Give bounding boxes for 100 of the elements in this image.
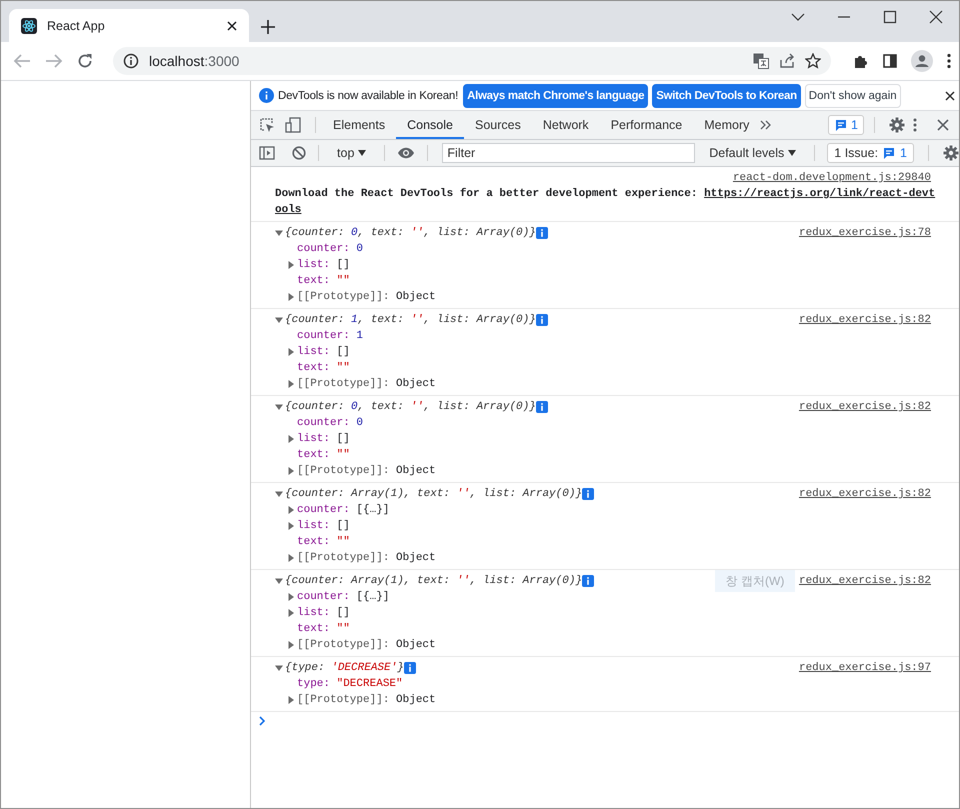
property-value: Object — [396, 377, 436, 392]
expand-triangle-icon[interactable] — [287, 348, 295, 356]
device-icon[interactable] — [285, 117, 301, 133]
expand-triangle-icon[interactable] — [287, 522, 295, 530]
caret-icon — [788, 150, 796, 156]
expand-triangle-icon[interactable] — [287, 261, 295, 269]
expand-triangle-icon[interactable] — [287, 380, 295, 388]
property-key: counter: — [297, 328, 350, 344]
property-key: list: — [297, 431, 330, 447]
settings-icon[interactable] — [943, 145, 959, 161]
info-icon[interactable] — [123, 53, 139, 69]
collapse-triangle-icon[interactable] — [275, 490, 283, 498]
property-value: "" — [336, 274, 350, 289]
reload-icon[interactable] — [77, 53, 93, 69]
context-dropdown[interactable]: top — [331, 143, 372, 163]
object-summary[interactable]: {counter: 1, text: '', list: Array(0)} — [285, 312, 536, 328]
maximize-icon[interactable] — [883, 10, 897, 24]
primary-button[interactable]: Always match Chrome's language — [463, 84, 648, 108]
sidebar-icon[interactable] — [259, 146, 275, 160]
object-summary[interactable]: {counter: 0, text: '', list: Array(0)} — [285, 225, 536, 241]
message-icon — [882, 146, 896, 160]
message-icon — [834, 118, 848, 132]
atom-icon — [21, 18, 37, 34]
eye-icon[interactable] — [397, 147, 416, 159]
source-link[interactable]: redux_exercise.js:82 — [798, 399, 931, 415]
inspect-icon[interactable] — [259, 117, 275, 133]
primary-button[interactable]: Switch DevTools to Korean — [652, 84, 801, 108]
info-icon — [259, 88, 274, 103]
puzzle-icon[interactable] — [853, 53, 869, 69]
close-icon[interactable] — [929, 10, 943, 24]
panel-tab[interactable]: Sources — [464, 111, 532, 139]
source-link[interactable]: redux_exercise.js:82 — [798, 312, 931, 328]
devtools-link[interactable]: ools — [275, 204, 302, 216]
property-value: 0 — [356, 242, 364, 257]
dismiss-button[interactable]: Don't show again — [804, 84, 901, 108]
expand-triangle-icon[interactable] — [287, 554, 295, 562]
plus-icon[interactable] — [261, 20, 275, 34]
more-vertical-icon[interactable] — [947, 53, 951, 69]
property-key: counter: — [297, 415, 350, 431]
translate-icon[interactable] — [753, 53, 769, 69]
tooltip: 창 캡처(W) — [715, 570, 795, 592]
property-key: list: — [297, 518, 330, 534]
collapse-triangle-icon[interactable] — [275, 664, 283, 672]
more-vertical-icon[interactable] — [913, 118, 917, 132]
filter-field[interactable]: Filter — [442, 143, 696, 163]
info-icon — [536, 227, 548, 239]
expand-triangle-icon[interactable] — [287, 696, 295, 704]
expand-triangle-icon[interactable] — [287, 467, 295, 475]
source-link[interactable]: redux_exercise.js:78 — [798, 225, 931, 241]
star-icon[interactable] — [805, 53, 821, 69]
property-key: type: — [297, 676, 330, 692]
expand-triangle-icon[interactable] — [287, 435, 295, 443]
close-icon[interactable] — [227, 20, 237, 30]
object-summary[interactable]: {type: 'DECREASE'} — [285, 660, 404, 676]
object-summary[interactable]: {counter: Array(1), text: '', list: Array(0)} — [285, 486, 582, 502]
more-tabs-icon[interactable] — [760, 119, 772, 131]
levels-dropdown[interactable]: Default levels — [703, 143, 802, 163]
clear-icon[interactable] — [292, 146, 306, 160]
collapse-triangle-icon[interactable] — [275, 229, 283, 237]
expand-triangle-icon[interactable] — [287, 641, 295, 649]
collapse-triangle-icon[interactable] — [275, 403, 283, 411]
avatar-icon[interactable] — [911, 50, 933, 72]
panel-tab[interactable]: Network — [532, 111, 600, 139]
object-summary[interactable]: {counter: 0, text: '', list: Array(0)} — [285, 399, 536, 415]
panel-tab[interactable]: Performance — [600, 111, 694, 139]
prompt-chevron-icon[interactable] — [259, 716, 266, 726]
property-key: list: — [297, 605, 330, 621]
address-bar[interactable]: localhost:3000 — [113, 47, 831, 75]
property-key: [[Prototype]]: — [297, 550, 390, 566]
expand-triangle-icon[interactable] — [287, 293, 295, 301]
caret-icon — [358, 150, 366, 156]
object-summary[interactable]: {counter: Array(1), text: '', list: Array(0)} — [285, 573, 582, 589]
share-icon[interactable] — [779, 53, 795, 69]
collapse-triangle-icon[interactable] — [275, 577, 283, 585]
property-value: Object — [396, 551, 436, 566]
expand-triangle-icon[interactable] — [287, 609, 295, 617]
property-value: "" — [336, 448, 350, 463]
source-link[interactable]: react-dom.development.js:29840 — [732, 170, 931, 186]
source-link[interactable]: redux_exercise.js:82 — [798, 573, 931, 589]
property-value: [{…}] — [356, 590, 390, 605]
source-link[interactable]: redux_exercise.js:97 — [798, 660, 931, 676]
info-icon — [536, 314, 548, 326]
property-value: Object — [396, 464, 436, 479]
issues-button[interactable]: 1 Issue: 1 — [827, 143, 914, 163]
devtools-link[interactable]: https://reactjs.org/link/react-devt — [704, 188, 936, 200]
expand-triangle-icon[interactable] — [287, 506, 295, 514]
source-link[interactable]: redux_exercise.js:82 — [798, 486, 931, 502]
property-key: [[Prototype]]: — [297, 637, 390, 653]
property-key: [[Prototype]]: — [297, 376, 390, 392]
side-panel-icon[interactable] — [883, 54, 897, 68]
close-icon[interactable] — [945, 90, 955, 100]
property-key: counter: — [297, 502, 350, 518]
panel-tab[interactable]: Memory — [693, 111, 760, 139]
browser-tab[interactable]: React App — [9, 9, 249, 42]
panel-tab[interactable]: Elements — [322, 111, 396, 139]
collapse-triangle-icon[interactable] — [275, 316, 283, 324]
property-key: text: — [297, 273, 330, 289]
messages-button[interactable]: 1 — [828, 115, 864, 135]
expand-triangle-icon[interactable] — [287, 593, 295, 601]
settings-icon[interactable] — [889, 117, 905, 133]
